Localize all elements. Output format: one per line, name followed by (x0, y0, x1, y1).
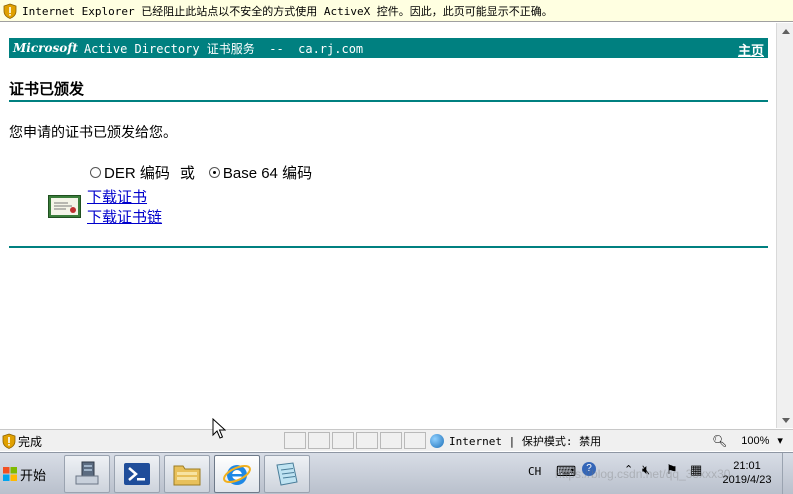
taskbar-app-explorer[interactable] (164, 455, 210, 493)
security-zone[interactable]: Internet | 保护模式: 禁用 (430, 432, 601, 449)
powershell-icon (124, 463, 150, 485)
start-button[interactable]: 开始 (0, 459, 50, 489)
status-panel (308, 432, 330, 449)
download-certificate-link[interactable]: 下载证书 (87, 188, 162, 208)
show-desktop-button[interactable] (782, 453, 793, 494)
der-radio[interactable] (90, 167, 101, 178)
der-label[interactable]: DER 编码 (104, 162, 170, 183)
taskbar-app-server-manager[interactable] (64, 455, 110, 493)
windows-logo-icon (3, 467, 17, 481)
mouse-pointer-icon (212, 418, 226, 439)
chevron-up-icon (781, 28, 790, 34)
watermark: https://blog.csdn.net/qq_38xxx30 (555, 467, 731, 481)
status-panel (356, 432, 378, 449)
shield-warning-icon (3, 3, 17, 19)
header-title: Active Directory 证书服务 -- ca.rj.com (83, 41, 364, 56)
page-title: 证书已颁发 (9, 81, 85, 98)
base64-radio[interactable] (208, 167, 220, 178)
explorer-folder-icon (173, 465, 201, 486)
home-link[interactable]: 主页 (738, 40, 764, 59)
server-manager-icon (75, 461, 99, 485)
status-panel (380, 432, 402, 449)
taskbar-app-powershell[interactable] (114, 455, 160, 493)
status-panel (284, 432, 306, 449)
shield-warning-icon[interactable] (2, 433, 16, 449)
start-label: 开始 (20, 467, 47, 483)
download-links: 下载证书 下载证书链 (87, 188, 162, 228)
base64-label[interactable]: Base 64 编码 (223, 162, 312, 183)
scroll-down-button[interactable] (778, 412, 793, 428)
globe-icon (430, 433, 444, 448)
chevron-down-icon: ▾ (777, 435, 783, 447)
certificate-icon (48, 195, 81, 218)
status-bar: 完成 Internet | 保护模式: 禁用 🔍︎ 100% ▾ (0, 429, 793, 451)
zoom-level: 100% (741, 434, 770, 447)
issued-message: 您申请的证书已颁发给您。 (9, 124, 177, 140)
status-panel (404, 432, 426, 449)
status-panel (332, 432, 354, 449)
scroll-up-button[interactable] (778, 23, 793, 39)
notepad-icon (276, 462, 298, 486)
infobar-text: Internet Explorer 已经阻止此站点以不安全的方式使用 Activ… (22, 4, 553, 18)
status-text: 完成 (18, 435, 43, 449)
taskbar-app-internet-explorer[interactable] (214, 455, 260, 493)
activex-infobar[interactable]: Internet Explorer 已经阻止此站点以不安全的方式使用 Activ… (0, 0, 793, 22)
chevron-down-icon (781, 417, 790, 423)
zone-text: Internet | 保护模式: 禁用 (449, 434, 602, 448)
vertical-scrollbar[interactable] (776, 23, 793, 428)
zoom-control[interactable]: 🔍︎ 100% ▾ (676, 432, 783, 449)
language-indicator[interactable]: CH (528, 465, 541, 478)
divider (9, 246, 768, 248)
microsoft-logo: Microsoft (13, 41, 78, 55)
encoding-options: DER 编码 或 Base 64 编码 (90, 162, 312, 183)
download-certificate-chain-link[interactable]: 下载证书链 (87, 208, 162, 228)
or-label: 或 (179, 165, 195, 182)
internet-explorer-icon (223, 464, 251, 485)
magnifier-icon: 🔍︎ (712, 433, 728, 448)
divider (9, 100, 768, 102)
page-header-band: Microsoft Active Directory 证书服务 -- ca.rj… (9, 38, 768, 58)
taskbar-app-notepad[interactable] (264, 455, 310, 493)
